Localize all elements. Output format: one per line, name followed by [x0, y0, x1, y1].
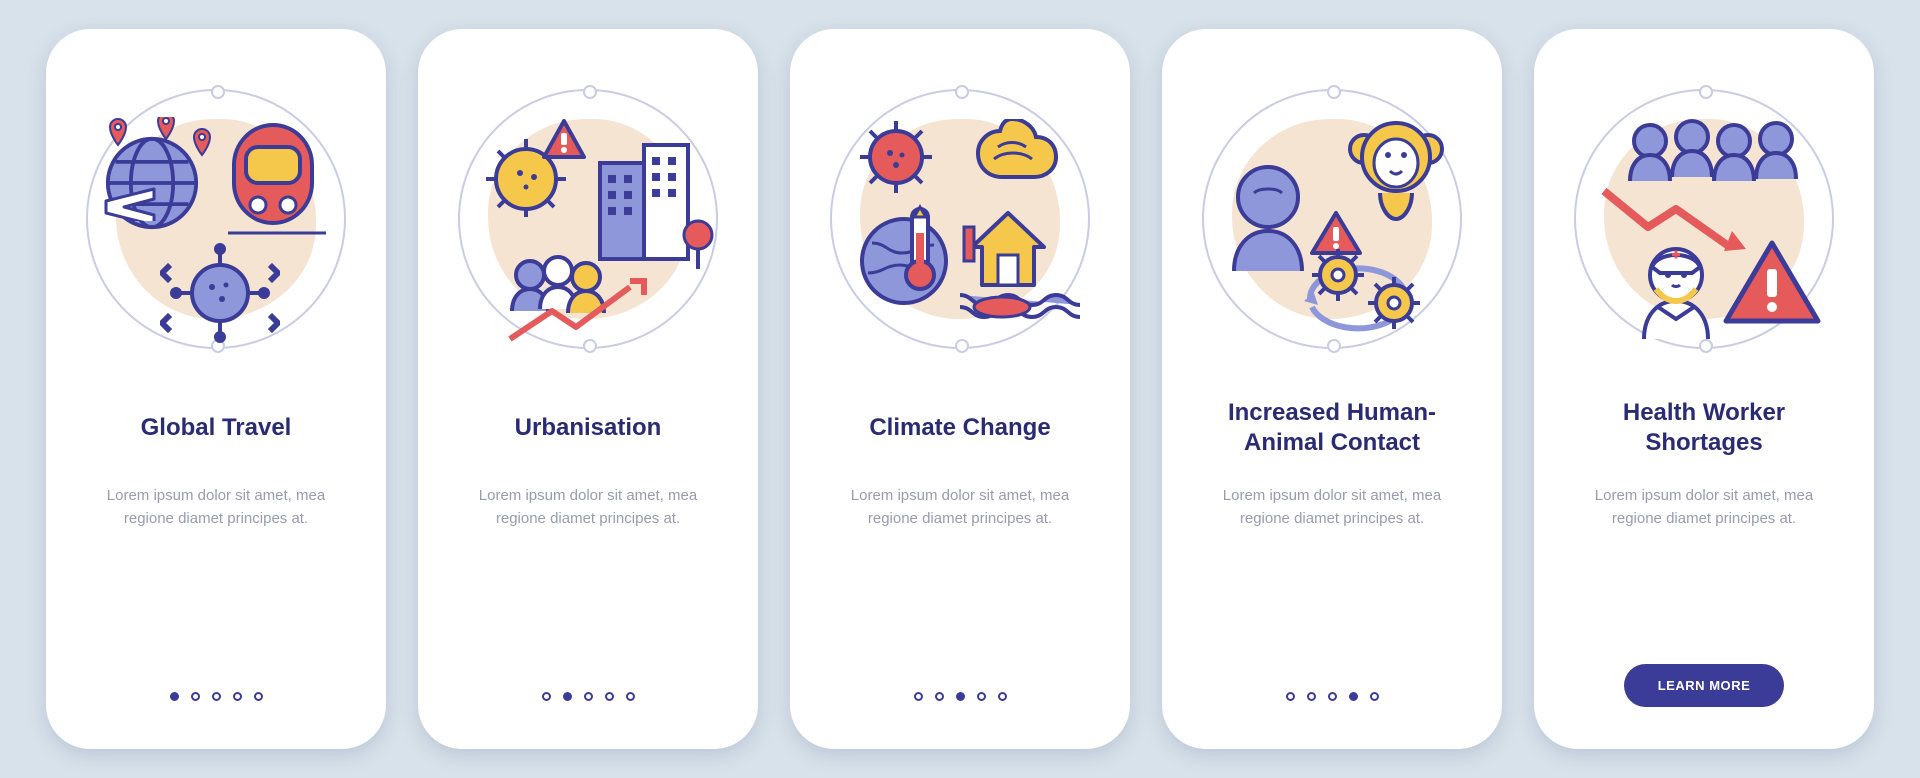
card-body: Lorem ipsum dolor sit amet, mea regione …	[72, 485, 360, 530]
human-animal-icon	[1202, 89, 1462, 349]
card-title: Health Worker Shortages	[1560, 389, 1848, 467]
dot-3[interactable]	[1328, 692, 1337, 701]
dot-5[interactable]	[626, 692, 635, 701]
onboarding-card-2: Urbanisation Lorem ipsum dolor sit amet,…	[418, 29, 758, 749]
card-title: Global Travel	[135, 389, 298, 467]
onboarding-card-1: Global Travel Lorem ipsum dolor sit amet…	[46, 29, 386, 749]
dot-4[interactable]	[1349, 692, 1358, 701]
worker-shortage-icon	[1574, 89, 1834, 349]
dot-3[interactable]	[584, 692, 593, 701]
card-title: Increased Human-Animal Contact	[1188, 389, 1476, 467]
page-indicator	[1286, 692, 1379, 701]
dot-2[interactable]	[563, 692, 572, 701]
urbanisation-icon	[458, 89, 718, 349]
dot-1[interactable]	[1286, 692, 1295, 701]
card-title: Urbanisation	[509, 389, 668, 467]
dot-2[interactable]	[1307, 692, 1316, 701]
dot-1[interactable]	[542, 692, 551, 701]
page-indicator	[542, 692, 635, 701]
dot-5[interactable]	[998, 692, 1007, 701]
dot-1[interactable]	[914, 692, 923, 701]
climate-change-icon	[830, 89, 1090, 349]
dot-1[interactable]	[170, 692, 179, 701]
onboarding-card-3: Climate Change Lorem ipsum dolor sit ame…	[790, 29, 1130, 749]
card-body: Lorem ipsum dolor sit amet, mea regione …	[444, 485, 732, 530]
card-title: Climate Change	[863, 389, 1056, 467]
card-body: Lorem ipsum dolor sit amet, mea regione …	[1560, 485, 1848, 530]
learn-more-button[interactable]: LEARN MORE	[1624, 664, 1785, 707]
dot-2[interactable]	[935, 692, 944, 701]
dot-4[interactable]	[977, 692, 986, 701]
dot-3[interactable]	[956, 692, 965, 701]
dot-5[interactable]	[1370, 692, 1379, 701]
page-indicator	[170, 692, 263, 701]
dot-3[interactable]	[212, 692, 221, 701]
onboarding-card-5: Health Worker Shortages Lorem ipsum dolo…	[1534, 29, 1874, 749]
dot-4[interactable]	[233, 692, 242, 701]
dot-5[interactable]	[254, 692, 263, 701]
dot-2[interactable]	[191, 692, 200, 701]
page-indicator	[914, 692, 1007, 701]
global-travel-icon	[86, 89, 346, 349]
card-body: Lorem ipsum dolor sit amet, mea regione …	[816, 485, 1104, 530]
card-body: Lorem ipsum dolor sit amet, mea regione …	[1188, 485, 1476, 530]
dot-4[interactable]	[605, 692, 614, 701]
onboarding-card-4: Increased Human-Animal Contact Lorem ips…	[1162, 29, 1502, 749]
